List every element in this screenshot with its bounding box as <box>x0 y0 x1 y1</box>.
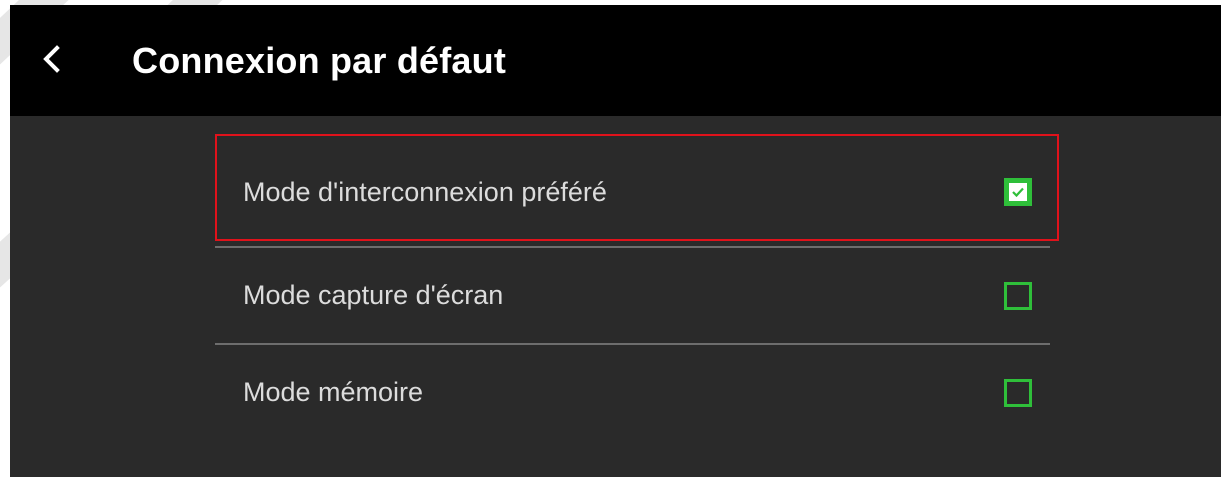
checkbox-checked[interactable] <box>1004 178 1032 206</box>
header-bar: Connexion par défaut <box>10 5 1221 116</box>
chevron-left-icon <box>43 45 60 73</box>
option-label: Mode d'interconnexion préféré <box>243 176 607 207</box>
settings-screen: Connexion par défaut Mode d'interconnexi… <box>10 5 1221 477</box>
option-memory-mode[interactable]: Mode mémoire <box>215 345 1050 440</box>
page-title: Connexion par défaut <box>132 40 507 81</box>
checkbox-unchecked[interactable] <box>1004 378 1032 407</box>
option-preferred-interconnect[interactable]: Mode d'interconnexion préféré <box>215 116 1050 246</box>
options-list: Mode d'interconnexion préféré Mode captu… <box>215 116 1050 440</box>
option-label: Mode capture d'écran <box>243 280 504 310</box>
back-button[interactable] <box>24 31 80 87</box>
option-label: Mode mémoire <box>243 377 424 407</box>
checkmark-icon <box>1009 183 1027 201</box>
checkbox-unchecked[interactable] <box>1004 281 1032 310</box>
option-screen-capture[interactable]: Mode capture d'écran <box>215 248 1050 343</box>
